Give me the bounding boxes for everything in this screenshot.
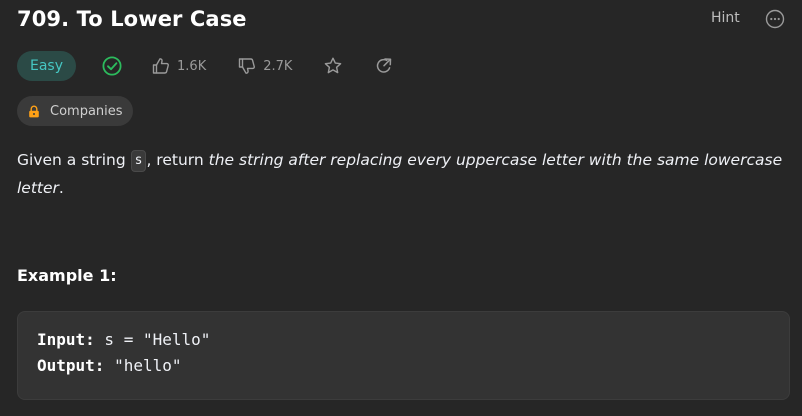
like-button[interactable]: 1.6K	[151, 56, 206, 76]
difficulty-badge: Easy	[17, 51, 77, 81]
companies-button[interactable]: Companies	[17, 96, 133, 126]
problem-page: 709. To Lower Case Hint Easy 1.6K 2.7K C…	[0, 0, 802, 416]
like-count: 1.6K	[177, 58, 207, 74]
description-middle: , return	[146, 151, 209, 169]
example-input-line: Input: s = "Hello"	[37, 330, 210, 349]
share-icon[interactable]	[374, 56, 394, 76]
dislike-count: 2.7K	[263, 58, 293, 74]
lock-icon	[29, 105, 39, 117]
input-label: Input:	[37, 330, 95, 349]
thumbs-up-icon	[152, 58, 169, 74]
hint-button[interactable]: Hint	[711, 10, 740, 26]
example-code-block: Input: s = "Hello" Output: "hello"	[17, 311, 790, 400]
dislike-button[interactable]: 2.7K	[237, 56, 292, 76]
example-title: Example 1:	[17, 266, 117, 285]
more-horizontal-icon[interactable]	[765, 9, 785, 29]
description-prefix: Given a string	[17, 151, 131, 169]
companies-label: Companies	[50, 103, 123, 119]
check-circle-icon	[102, 56, 122, 76]
example-output-line: Output: "hello"	[37, 356, 182, 375]
inline-code-s: s	[130, 150, 147, 172]
problem-meta-row: Easy 1.6K 2.7K	[17, 51, 394, 81]
description-suffix: .	[58, 179, 64, 197]
input-value: s = "Hello"	[94, 330, 211, 349]
output-label: Output:	[37, 356, 105, 375]
output-value: "hello"	[104, 356, 182, 375]
thumbs-down-icon	[239, 58, 256, 74]
problem-title: 709. To Lower Case	[17, 7, 247, 31]
problem-description: Given a string s, return the string afte…	[17, 146, 787, 202]
star-icon[interactable]	[323, 56, 343, 76]
